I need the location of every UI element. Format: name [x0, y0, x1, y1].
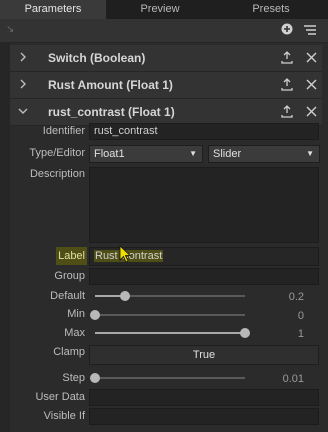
- max-label: Max: [64, 327, 85, 339]
- type-select[interactable]: Float1 ▼: [89, 145, 203, 163]
- group-label: Group: [54, 270, 85, 282]
- toolbar: ↘: [0, 19, 328, 43]
- min-slider[interactable]: [90, 310, 245, 320]
- section-rust-amount[interactable]: Rust Amount (Float 1): [10, 72, 328, 99]
- default-label: Default: [50, 290, 85, 302]
- visible-if-field[interactable]: [89, 408, 319, 425]
- default-value[interactable]: 0.2: [289, 291, 304, 303]
- section-rust-contrast[interactable]: rust_contrast (Float 1): [10, 99, 328, 126]
- chevron-right-icon[interactable]: [18, 51, 28, 63]
- step-value[interactable]: 0.01: [283, 373, 304, 385]
- identifier-field[interactable]: rust_contrast: [89, 123, 319, 140]
- scrollbar[interactable]: [322, 43, 328, 432]
- min-slider-knob[interactable]: [90, 310, 100, 320]
- type-editor-label: Type/Editor: [29, 147, 85, 159]
- max-slider-fill: [95, 332, 245, 334]
- close-icon[interactable]: [306, 79, 317, 90]
- tab-preview[interactable]: Preview: [106, 0, 214, 19]
- tab-presets[interactable]: Presets: [214, 0, 328, 19]
- export-icon[interactable]: [281, 51, 293, 64]
- clamp-toggle-button[interactable]: True: [89, 345, 319, 365]
- user-data-label: User Data: [35, 391, 85, 403]
- identifier-label: Identifier: [42, 125, 85, 137]
- dropdown-arrow-icon: ▼: [306, 149, 314, 158]
- collapse-chevron-icon[interactable]: ↘: [6, 24, 14, 35]
- default-slider-knob[interactable]: [120, 291, 130, 301]
- close-icon[interactable]: [306, 106, 317, 117]
- user-data-field[interactable]: [89, 389, 319, 406]
- chevron-down-icon[interactable]: [18, 105, 28, 117]
- export-icon[interactable]: [281, 78, 293, 91]
- menu-icon[interactable]: [303, 23, 317, 37]
- step-slider[interactable]: [90, 373, 245, 383]
- dropdown-arrow-icon: ▼: [189, 149, 197, 158]
- clamp-label: Clamp: [53, 346, 85, 358]
- max-slider-knob[interactable]: [240, 328, 250, 338]
- export-icon[interactable]: [281, 105, 293, 118]
- left-gutter: [0, 43, 10, 432]
- max-slider[interactable]: [95, 328, 250, 338]
- chevron-right-icon[interactable]: [18, 78, 28, 90]
- tab-parameters[interactable]: Parameters: [0, 0, 106, 19]
- label-label: Label: [58, 250, 85, 262]
- section-title: Switch (Boolean): [48, 51, 146, 65]
- editor-select-value: Slider: [213, 148, 242, 160]
- min-value[interactable]: 0: [298, 310, 304, 322]
- default-slider[interactable]: [95, 291, 245, 301]
- step-label: Step: [62, 372, 85, 384]
- editor-select[interactable]: Slider ▼: [208, 145, 320, 163]
- section-switch[interactable]: Switch (Boolean): [10, 45, 328, 72]
- tab-bar: Parameters Preview Presets: [0, 0, 328, 19]
- parameters-panel: Parameters Preview Presets ↘ Switch (Boo…: [0, 0, 328, 432]
- type-select-value: Float1: [94, 148, 125, 160]
- close-icon[interactable]: [306, 52, 317, 63]
- add-parameter-icon[interactable]: [281, 23, 293, 35]
- step-slider-knob[interactable]: [90, 373, 100, 383]
- min-label: Min: [67, 308, 85, 320]
- max-value[interactable]: 1: [298, 328, 304, 340]
- mouse-cursor-icon: [119, 245, 132, 263]
- section-title: rust_contrast (Float 1): [48, 105, 175, 119]
- section-title: Rust Amount (Float 1): [48, 78, 173, 92]
- description-label: Description: [29, 168, 85, 180]
- group-field[interactable]: [89, 268, 319, 285]
- visible-if-label: Visible If: [43, 410, 85, 422]
- description-field[interactable]: [89, 167, 319, 243]
